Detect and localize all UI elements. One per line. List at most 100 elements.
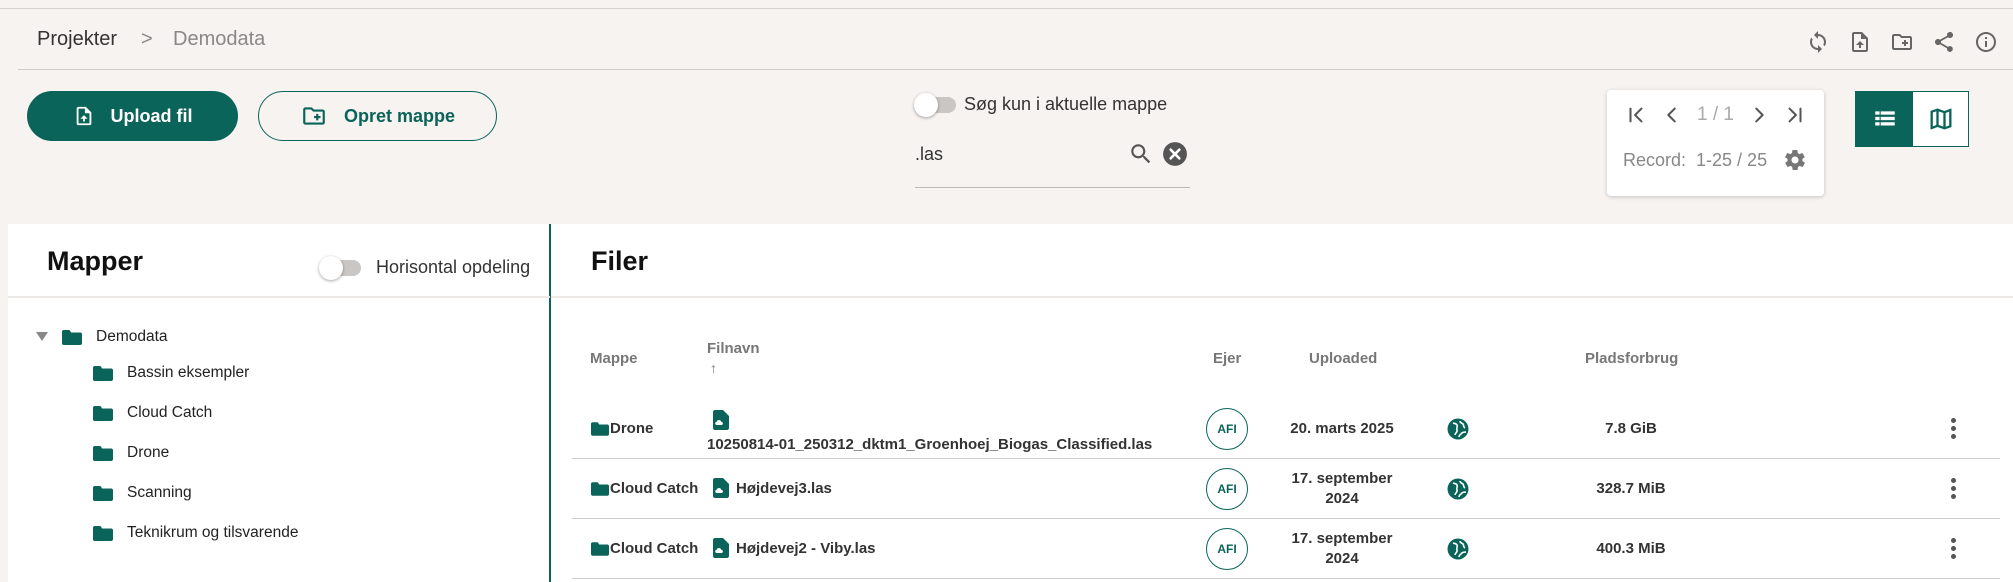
row-filename[interactable]: Højdevej2 - Viby.las xyxy=(736,540,876,557)
upload-file-icon xyxy=(76,106,91,126)
tree-item-folder[interactable]: Cloud Catch xyxy=(93,404,212,422)
create-folder-label: Opret mappe xyxy=(343,105,456,126)
globe-public-icon[interactable] xyxy=(1446,537,1470,561)
tree-item-label: Scanning xyxy=(127,484,192,501)
current-folder-toggle[interactable] xyxy=(914,93,956,117)
next-page-icon[interactable] xyxy=(1748,104,1770,126)
folders-title: Mapper xyxy=(47,246,144,276)
row-filename[interactable]: 10250814-01_250312_dktm1_Groenhoej_Bioga… xyxy=(707,436,1152,453)
point-cloud-file-icon xyxy=(713,410,729,430)
settings-gear-icon[interactable] xyxy=(1783,148,1807,172)
top-border xyxy=(0,8,2013,9)
header-divider xyxy=(18,69,2013,70)
uploaded-date: 20. marts 2025 xyxy=(1290,420,1394,437)
tree-item-label: Cloud Catch xyxy=(127,404,213,421)
folder-icon xyxy=(93,445,113,461)
tree-item-folder[interactable]: Scanning xyxy=(93,484,192,502)
record-range: 1-25 / 25 xyxy=(1696,149,1768,170)
panel-splitter[interactable] xyxy=(549,224,551,582)
tree-item-label: Bassin eksempler xyxy=(127,364,250,381)
upload-file-icon[interactable] xyxy=(1848,30,1872,54)
tree-item-folder[interactable]: Drone xyxy=(93,444,169,462)
tree-item-label: Demodata xyxy=(96,328,168,345)
pagination-card: 1 / 1 Record: 1-25 / 25 xyxy=(1607,90,1824,196)
breadcrumb-separator: > xyxy=(141,28,153,50)
row-uploaded: 17. september 2024 xyxy=(1272,529,1412,569)
folder-icon xyxy=(93,405,113,421)
column-header-size[interactable]: Pladsforbrug xyxy=(1585,350,1678,367)
new-folder-icon[interactable] xyxy=(1890,30,1914,54)
row-folder[interactable]: Cloud Catch xyxy=(610,540,698,557)
clear-search-icon[interactable] xyxy=(1162,141,1188,167)
avatar: AFI xyxy=(1206,528,1248,570)
avatar: AFI xyxy=(1206,408,1248,450)
row-uploaded: 17. september 2024 xyxy=(1272,469,1412,509)
column-header-folder[interactable]: Mappe xyxy=(590,350,638,367)
files-title: Filer xyxy=(591,246,649,276)
last-page-icon[interactable] xyxy=(1784,104,1806,126)
toggle-knob xyxy=(319,256,343,280)
first-page-icon[interactable] xyxy=(1625,104,1647,126)
uploaded-date: 17. september xyxy=(1291,470,1393,487)
files-header-divider xyxy=(551,296,2013,298)
uploaded-year: 2024 xyxy=(1325,550,1359,567)
more-options-icon[interactable] xyxy=(1950,478,1956,500)
tree-item-label: Drone xyxy=(127,444,170,461)
column-header-owner[interactable]: Ejer xyxy=(1213,350,1241,367)
folders-header-divider xyxy=(8,296,550,298)
globe-public-icon[interactable] xyxy=(1446,477,1470,501)
tree-item-demodata[interactable]: Demodata xyxy=(36,328,168,346)
sort-ascending-icon[interactable]: ↑ xyxy=(710,360,717,376)
folder-icon xyxy=(591,482,609,496)
horizontal-split-label: Horisontal opdeling xyxy=(376,257,531,277)
more-options-icon[interactable] xyxy=(1950,538,1956,560)
more-options-icon[interactable] xyxy=(1950,418,1956,440)
search-icon[interactable] xyxy=(1128,141,1154,167)
list-view-icon xyxy=(1874,111,1895,126)
row-divider xyxy=(572,518,2000,519)
toggle-knob xyxy=(914,93,938,117)
uploaded-date: 17. september xyxy=(1291,530,1393,547)
pagination-controls: 1 / 1 xyxy=(1625,104,1806,126)
tree-item-folder[interactable]: Bassin eksempler xyxy=(93,364,249,382)
folder-icon xyxy=(591,422,609,436)
map-view-icon xyxy=(1930,108,1951,130)
previous-page-icon[interactable] xyxy=(1661,104,1683,126)
info-icon[interactable] xyxy=(1974,30,1998,54)
uploaded-year: 2024 xyxy=(1325,490,1359,507)
record-info: Record: 1-25 / 25 xyxy=(1623,148,1807,172)
folder-icon xyxy=(591,542,609,556)
row-divider xyxy=(572,578,2000,579)
horizontal-split-toggle[interactable] xyxy=(319,256,361,280)
breadcrumb-projects[interactable]: Projekter xyxy=(37,28,117,51)
refresh-icon[interactable] xyxy=(1806,30,1830,54)
current-folder-toggle-label: Søg kun i aktuelle mappe xyxy=(964,94,1168,114)
row-folder[interactable]: Drone xyxy=(610,420,653,437)
point-cloud-file-icon xyxy=(713,538,729,558)
row-size: 400.3 MiB xyxy=(1596,540,1666,557)
create-folder-button[interactable]: Opret mappe xyxy=(258,91,497,141)
upload-file-button[interactable]: Upload fil xyxy=(27,91,238,141)
column-header-filename[interactable]: Filnavn xyxy=(707,340,760,357)
row-filename[interactable]: Højdevej3.las xyxy=(736,480,832,497)
row-uploaded: 20. marts 2025 xyxy=(1272,419,1412,439)
caret-down-icon[interactable] xyxy=(36,332,48,342)
search-underline xyxy=(915,187,1190,188)
row-divider xyxy=(572,458,2000,459)
row-size: 328.7 MiB xyxy=(1596,480,1666,497)
tree-item-label: Teknikrum og tilsvarende xyxy=(127,524,299,541)
folder-icon xyxy=(93,365,113,381)
row-folder[interactable]: Cloud Catch xyxy=(610,480,698,497)
column-header-uploaded[interactable]: Uploaded xyxy=(1309,350,1377,367)
globe-public-icon[interactable] xyxy=(1446,417,1470,441)
list-view-button[interactable] xyxy=(1856,92,1913,146)
share-icon[interactable] xyxy=(1932,30,1956,54)
row-size: 7.8 GiB xyxy=(1605,420,1657,437)
map-view-button[interactable] xyxy=(1913,92,1968,146)
folder-icon xyxy=(62,329,82,345)
search-input[interactable]: .las xyxy=(915,144,943,165)
tree-item-folder[interactable]: Teknikrum og tilsvarende xyxy=(93,524,298,542)
point-cloud-file-icon xyxy=(713,478,729,498)
new-folder-icon xyxy=(303,107,325,125)
breadcrumb-current: Demodata xyxy=(173,28,266,50)
